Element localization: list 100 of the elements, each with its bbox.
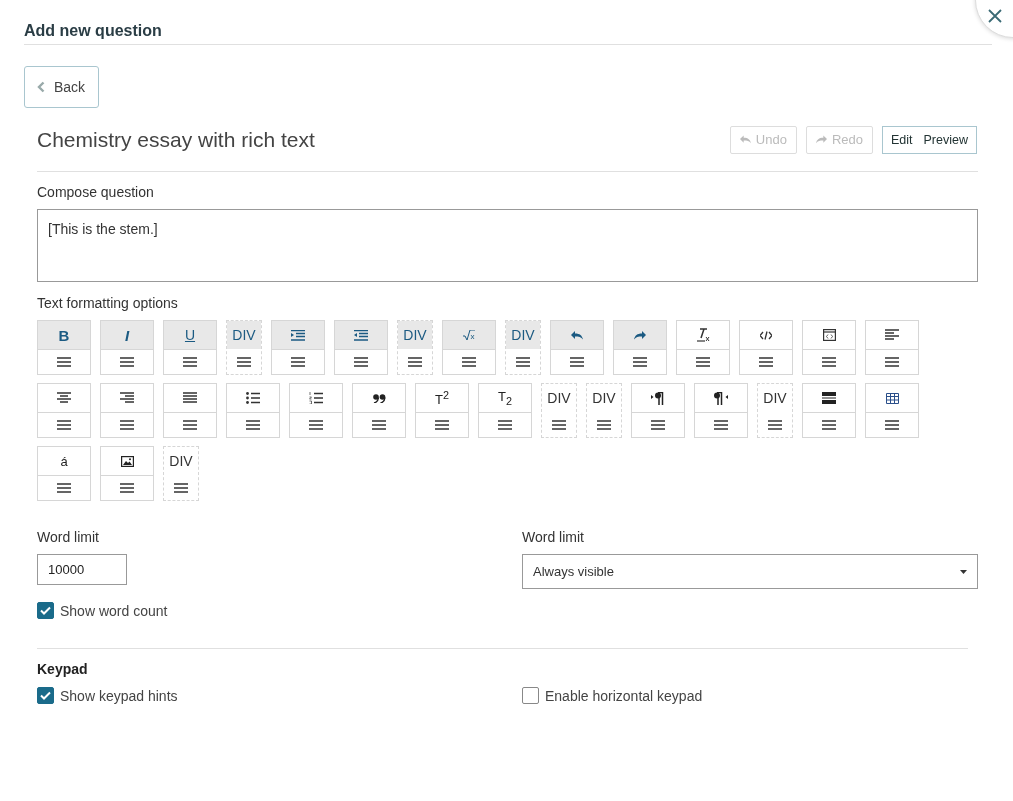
format-glyph: B: [58, 326, 70, 344]
format-glyph: T$^{2}$: [435, 388, 449, 408]
redo-icon: [634, 330, 646, 340]
lines-icon: [174, 482, 188, 493]
format-option[interactable]: á: [37, 446, 91, 501]
div-label: DIV: [232, 327, 256, 343]
bulleted-list-icon: [246, 392, 260, 404]
align-left-icon: [885, 329, 899, 341]
div-label: DIV: [763, 390, 787, 406]
lines-icon: [120, 483, 134, 493]
div-label: DIV: [592, 390, 616, 406]
close-icon: [988, 9, 1002, 23]
dropdown-caret-icon: [960, 569, 967, 574]
lines-icon: [408, 356, 422, 367]
div-label: DIV: [169, 453, 193, 469]
field-label: Compose question: [37, 184, 155, 200]
format-option[interactable]: [694, 383, 748, 438]
field-label: Word limit: [37, 529, 100, 545]
format-option[interactable]: DIV: [163, 446, 199, 501]
lines-icon: [120, 357, 134, 367]
numbered-list-icon: [309, 392, 323, 404]
code-window-icon: [822, 329, 836, 341]
format-option[interactable]: U: [163, 320, 217, 375]
lines-icon: [57, 483, 71, 493]
table-icon: [885, 392, 899, 404]
format-option[interactable]: B: [37, 320, 91, 375]
format-option[interactable]: T$_{2}$: [478, 383, 532, 438]
lines-icon: [372, 420, 386, 430]
lines-icon: [822, 420, 836, 430]
div-label: DIV: [547, 390, 571, 406]
keypad-option-checkbox[interactable]: Show keypad hints: [37, 687, 522, 704]
chevron-left-icon: [37, 81, 45, 93]
lines-icon: [633, 357, 647, 367]
image-icon: [120, 455, 134, 467]
lines-icon: [516, 356, 530, 367]
justify-icon: [183, 392, 197, 404]
lines-icon: [183, 420, 197, 430]
format-option[interactable]: DIV: [397, 320, 433, 375]
format-option[interactable]: DIV: [226, 320, 262, 375]
lines-icon: [759, 357, 773, 367]
horizontal-line-icon: [822, 392, 836, 404]
outdent-icon: [354, 329, 368, 341]
lines-icon: [120, 420, 134, 430]
left-to-right-icon: [651, 391, 665, 405]
indent-icon: [291, 329, 305, 341]
check-icon: [40, 691, 51, 700]
lines-icon: [651, 420, 665, 430]
right-to-left-icon: [714, 391, 728, 405]
lines-icon: [462, 357, 476, 367]
format-glyph: I: [124, 326, 130, 344]
lines-icon: [822, 357, 836, 367]
lines-icon: [498, 420, 512, 430]
lines-icon: [714, 420, 728, 430]
div-label: DIV: [403, 327, 427, 343]
question-title: Chemistry essay with rich text: [37, 127, 315, 152]
lines-icon: [354, 357, 368, 367]
lines-icon: [435, 420, 449, 430]
format-glyph: U: [184, 327, 196, 343]
word-limit-input[interactable]: 10000: [37, 554, 127, 585]
redo-icon: [815, 135, 827, 144]
lines-icon: [570, 357, 584, 367]
format-option[interactable]: T$^{2}$: [415, 383, 469, 438]
section-title: Keypad: [37, 661, 89, 677]
format-glyph: á: [60, 453, 68, 469]
lines-icon: [57, 420, 71, 430]
undo-icon: [739, 135, 751, 144]
align-right-icon: [120, 392, 134, 404]
lines-icon: [597, 419, 611, 430]
lines-icon: [246, 420, 260, 430]
format-option[interactable]: [631, 383, 685, 438]
lines-icon: [237, 356, 251, 367]
format-option[interactable]: [865, 383, 919, 438]
word-limit-select[interactable]: Always visible: [522, 554, 978, 589]
back-button[interactable]: Back: [24, 66, 99, 108]
check-icon: [40, 606, 51, 615]
square-root-icon: [463, 329, 475, 341]
show-word-count-checkbox[interactable]: Show word count: [37, 602, 978, 619]
lines-icon: [57, 357, 71, 367]
field-label: Text formatting options: [37, 295, 179, 311]
format-option[interactable]: DIV: [541, 383, 577, 438]
format-option[interactable]: DIV: [586, 383, 622, 438]
mode-option[interactable]: Edit: [891, 132, 913, 147]
undo-icon: [571, 330, 583, 340]
question-editor[interactable]: [This is the stem.]: [37, 209, 978, 282]
lines-icon: [696, 357, 710, 367]
format-option[interactable]: I: [100, 320, 154, 375]
lines-icon: [552, 419, 566, 430]
format-option[interactable]: [100, 446, 154, 501]
lines-icon: [183, 357, 197, 367]
code-icon: [760, 330, 772, 340]
quote-icon: [372, 393, 386, 403]
field-label: Word limit: [522, 529, 585, 545]
lines-icon: [885, 357, 899, 367]
format-option[interactable]: [802, 383, 856, 438]
format-option[interactable]: DIV: [505, 320, 541, 375]
lines-icon: [291, 357, 305, 367]
mode-option[interactable]: Preview: [923, 132, 968, 147]
format-option[interactable]: DIV: [757, 383, 793, 438]
keypad-option-checkbox[interactable]: Enable horizontal keypad: [522, 687, 978, 704]
lines-icon: [885, 420, 899, 430]
